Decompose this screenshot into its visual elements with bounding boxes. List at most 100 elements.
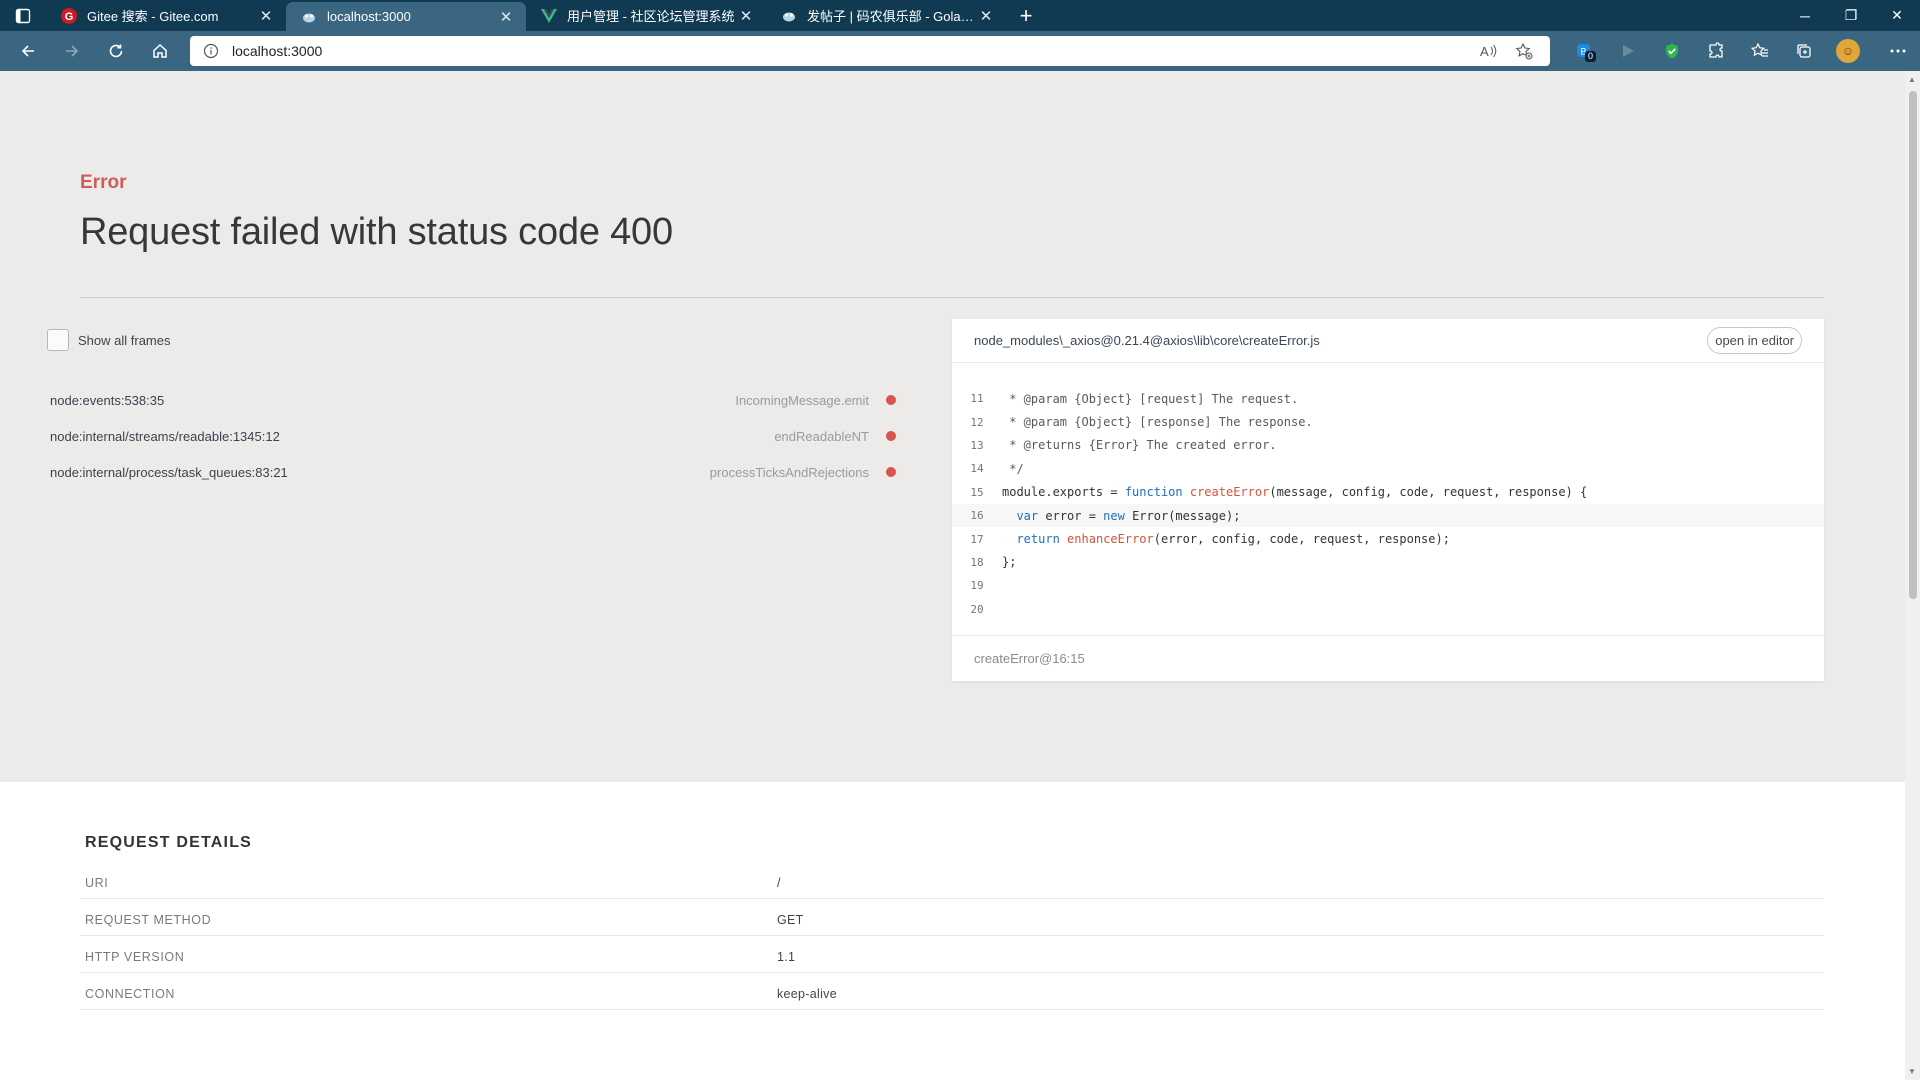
request-details-table: URI / REQUEST METHOD GET HTTP VERSION 1.… [80,862,1824,1010]
extensions-button[interactable] [1694,34,1738,68]
home-button[interactable] [138,34,182,68]
tab-gitee[interactable]: G Gitee 搜索 - Gitee.com ✕ [46,0,286,31]
add-favorite-icon[interactable] [1510,39,1538,63]
request-value: GET [777,913,804,927]
settings-menu-button[interactable] [1876,34,1920,68]
extension-button[interactable]: B 0 [1562,34,1606,68]
page-viewport: Error Request failed with status code 40… [0,71,1905,1080]
code-text: * @returns {Error} The created error. [1002,438,1277,453]
close-icon[interactable]: ✕ [736,6,756,26]
favorites-icon [1751,42,1768,57]
restore-icon: ❐ [1844,7,1858,23]
request-key: CONNECTION [85,987,176,1001]
table-row: CONNECTION keep-alive [80,973,1824,1010]
error-message: Request failed with status code 400 [80,211,673,253]
code-line: 12 * @param {Object} [response] The resp… [952,410,1824,433]
restore-button[interactable]: ❐ [1828,0,1874,31]
refresh-button[interactable] [94,34,138,68]
extension-badge: 0 [1584,51,1596,62]
line-number: 15 [970,485,984,499]
back-button[interactable] [6,34,50,68]
shield-extension-button[interactable] [1650,34,1694,68]
line-number: 16 [970,509,984,523]
code-line: 17 return enhanceError(error, config, co… [952,527,1824,550]
close-icon: ✕ [1891,7,1903,23]
stack-frame[interactable]: node:internal/process/task_queues:83:21 … [50,460,906,484]
code-text: * @param {Object} [request] The request. [1002,391,1299,406]
close-icon[interactable]: ✕ [976,6,996,26]
tab-title: Gitee 搜索 - Gitee.com [87,9,219,24]
request-key: URI [85,876,109,890]
tab-actions-button[interactable] [0,0,46,31]
code-line: 14 */ [952,457,1824,480]
code-line: 18}; [952,551,1824,574]
close-icon[interactable]: ✕ [256,6,276,26]
code-line: 13 * @returns {Error} The created error. [952,434,1824,457]
show-all-frames-label: Show all frames [78,332,171,348]
minimize-icon: ─ [1800,7,1810,24]
line-number: 11 [970,392,984,406]
refresh-icon [109,44,123,58]
scroll-down-icon[interactable]: ▼ [1908,1067,1916,1076]
page-scrollbar[interactable]: ▲ ▼ [1905,71,1920,1080]
play-extension-button[interactable] [1606,34,1650,68]
url-text[interactable]: localhost:3000 [232,43,1466,59]
frame-function: IncomingMessage.emit [735,392,869,408]
minimize-button[interactable]: ─ [1782,0,1828,31]
line-number: 12 [970,415,984,429]
tab-localhost[interactable]: localhost:3000 ✕ [286,2,526,31]
open-in-editor-button[interactable]: open in editor [1707,327,1802,354]
code-panel-header: node_modules\_axios@0.21.4@axios\lib\cor… [952,319,1824,363]
tab-post[interactable]: 发帖子 | 码农俱乐部 - Golang中文社区 ✕ [766,0,1006,31]
tab-strip: G Gitee 搜索 - Gitee.com ✕ localhost:3000 … [0,0,1920,31]
code-text: }; [1002,555,1017,570]
request-key: HTTP VERSION [85,950,185,964]
frame-function: processTicksAndRejections [709,464,869,480]
new-tab-button[interactable]: + [1006,0,1046,31]
favorites-button[interactable] [1738,34,1782,68]
read-aloud-icon[interactable]: A [1474,39,1502,63]
show-all-frames-checkbox[interactable] [47,329,69,351]
collections-button[interactable] [1782,34,1826,68]
request-key: REQUEST METHOD [85,913,212,927]
scroll-up-icon[interactable]: ▲ [1908,75,1916,84]
close-window-button[interactable]: ✕ [1874,0,1920,31]
tab-title: 发帖子 | 码农俱乐部 - Golang中文社区 [807,9,976,24]
code-line: 11 * @param {Object} [request] The reque… [952,387,1824,410]
svg-text:A: A [1480,44,1489,59]
address-bar[interactable]: localhost:3000 A [190,36,1550,66]
close-icon[interactable]: ✕ [496,7,516,27]
code-text: module.exports = function createError(me… [1002,485,1588,500]
table-row: HTTP VERSION 1.1 [80,936,1824,973]
puzzle-icon [1709,42,1723,58]
code-panel-footer: createError@16:15 [952,635,1824,681]
frame-marker-dot [886,431,896,441]
table-row: URI / [80,862,1824,899]
file-path: node_modules\_axios@0.21.4@axios\lib\cor… [974,333,1320,348]
frame-location: node:internal/streams/readable:1345:12 [50,428,280,444]
profile-button[interactable]: ☺ [1826,34,1870,68]
stack-frame[interactable]: node:internal/streams/readable:1345:12 e… [50,424,906,448]
code-line: 20 [952,598,1824,621]
code-text: */ [1002,461,1024,476]
more-icon [1890,49,1906,53]
scrollbar-thumb[interactable] [1909,91,1917,599]
play-icon [1623,45,1634,57]
tab-user-management[interactable]: 用户管理 - 社区论坛管理系统 ✕ [526,0,766,31]
line-number: 18 [970,555,984,569]
show-all-frames-toggle[interactable]: Show all frames [47,329,170,351]
browser-toolbar: localhost:3000 A B 0 ☺ [0,31,1920,71]
gopher-icon [780,7,798,25]
code-line: 16 var error = new Error(message); [952,503,1824,528]
home-icon [153,43,167,58]
avatar: ☺ [1836,39,1860,63]
info-icon[interactable] [202,42,220,60]
code-line: 19 [952,574,1824,597]
collections-icon [1797,44,1811,58]
stack-frame[interactable]: node:events:538:35 IncomingMessage.emit [50,388,906,412]
forward-button[interactable] [50,34,94,68]
code-text: var error = new Error(message); [1016,508,1241,523]
frame-function: endReadableNT [774,428,869,444]
gitee-icon: G [60,7,78,25]
vue-icon [540,7,558,25]
